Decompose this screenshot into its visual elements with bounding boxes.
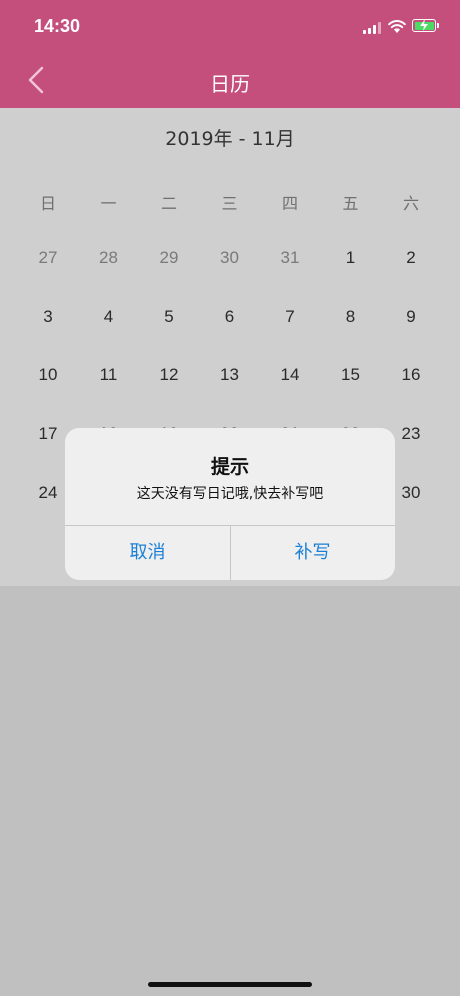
- calendar-day-other-month[interactable]: 31: [260, 248, 320, 268]
- weekday-label: 日: [39, 194, 56, 213]
- month-label: 2019年 - 11月: [165, 128, 295, 150]
- weekday-label: 六: [402, 194, 419, 213]
- cancel-button[interactable]: 取消: [65, 526, 230, 580]
- calendar-day[interactable]: 13: [200, 365, 260, 385]
- calendar-day[interactable]: 8: [321, 307, 381, 327]
- weekday-label: 三: [221, 194, 238, 213]
- calendar-day[interactable]: 16: [381, 365, 441, 385]
- weekday-label: 四: [281, 194, 298, 213]
- weekday-label: 一: [100, 194, 117, 213]
- weekday-label: 五: [342, 194, 359, 213]
- calendar-day-other-month[interactable]: 30: [200, 248, 260, 268]
- calendar-day[interactable]: 5: [139, 307, 199, 327]
- dialog-title: 提示: [210, 456, 249, 478]
- page-title: 日历: [210, 72, 250, 96]
- home-indicator: [148, 982, 312, 987]
- status-time: 14:30: [34, 16, 81, 36]
- calendar-day[interactable]: 1: [321, 248, 381, 268]
- battery-cap: [437, 23, 439, 28]
- weekday-label: 二: [160, 194, 177, 213]
- dialog-message: 这天没有写日记哦,快去补写吧: [136, 486, 324, 502]
- calendar-day[interactable]: 7: [260, 307, 320, 327]
- battery-icon: [412, 19, 436, 32]
- write-diary-button[interactable]: 补写: [230, 526, 395, 580]
- calendar-day[interactable]: 4: [79, 307, 139, 327]
- calendar-day-other-month[interactable]: 28: [79, 248, 139, 268]
- wifi-icon: [388, 20, 406, 33]
- calendar-day[interactable]: 9: [381, 307, 441, 327]
- cellular-signal-icon: [363, 22, 383, 34]
- calendar-day-other-month[interactable]: 29: [139, 248, 199, 268]
- calendar-day[interactable]: 15: [321, 365, 381, 385]
- calendar-day-other-month[interactable]: 27: [18, 248, 78, 268]
- calendar-day[interactable]: 10: [18, 365, 78, 385]
- nav-bar: 日历: [0, 52, 460, 108]
- calendar-day[interactable]: 11: [79, 365, 139, 385]
- status-bar: 14:30: [0, 0, 460, 52]
- calendar-day[interactable]: 12: [139, 365, 199, 385]
- alert-dialog: 提示 这天没有写日记哦,快去补写吧 取消 补写: [65, 428, 395, 580]
- calendar-day[interactable]: 14: [260, 365, 320, 385]
- calendar-day[interactable]: 2: [381, 248, 441, 268]
- calendar-day[interactable]: 6: [200, 307, 260, 327]
- calendar-day[interactable]: 3: [18, 307, 78, 327]
